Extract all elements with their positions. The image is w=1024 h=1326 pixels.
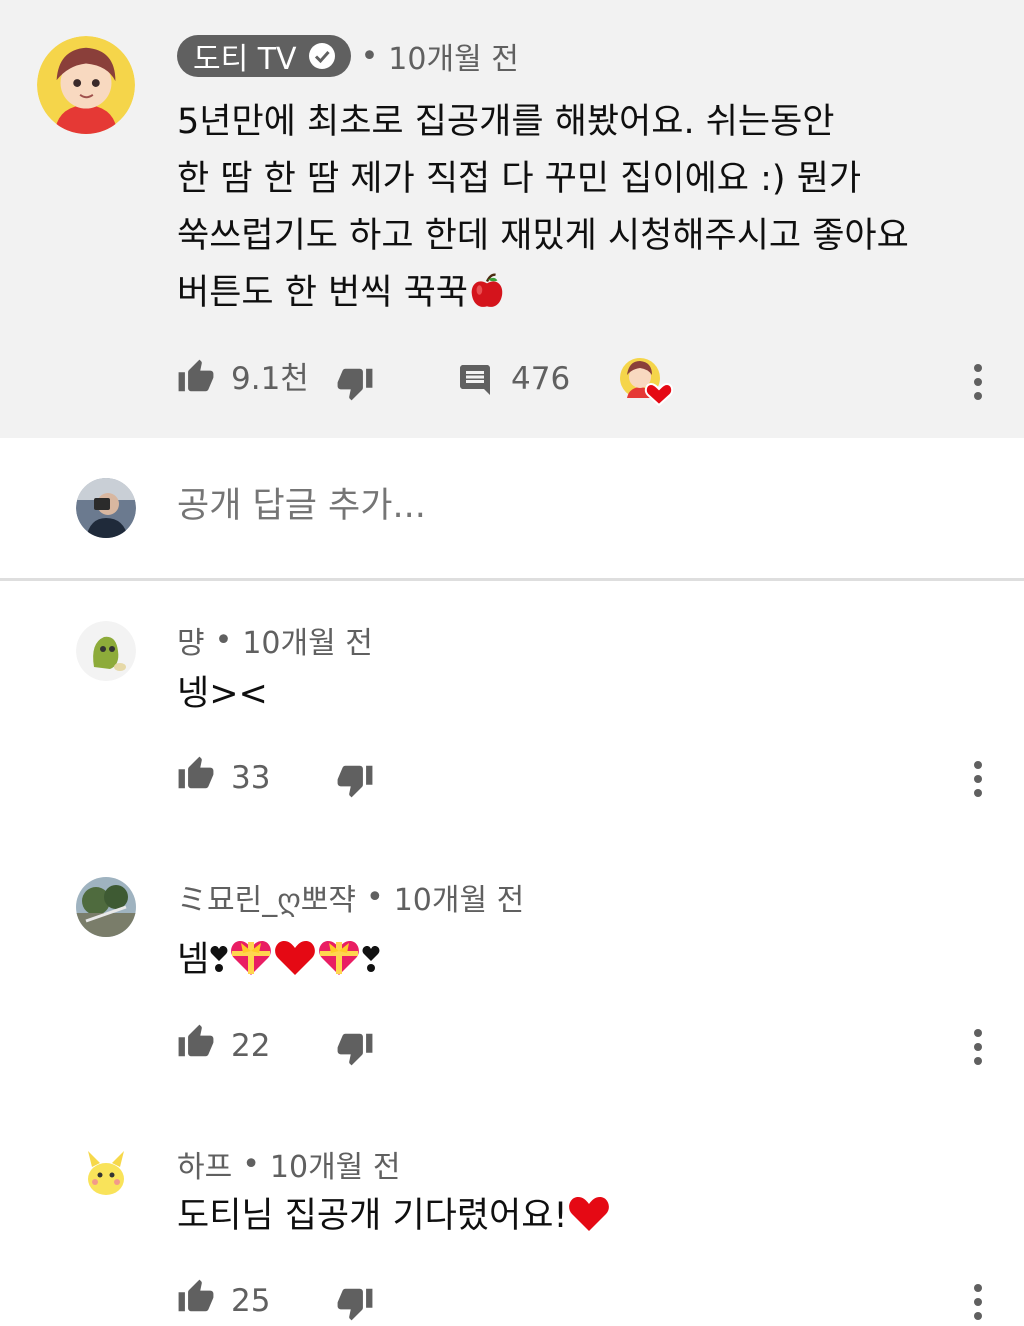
reply-input[interactable]	[177, 486, 877, 526]
separator-dot: •	[360, 38, 379, 74]
reply-bar	[0, 438, 1024, 578]
more-options-icon[interactable]	[968, 362, 988, 402]
like-count: 9.1천	[231, 361, 309, 397]
like-count: 25	[231, 1283, 271, 1319]
comment-body: 5년만에 최초로 집공개를 해봤어요. 쉬는동안 한 땀 한 땀 제가 직접 다…	[177, 94, 909, 328]
comment-text: 5년만에 최초로 집공개를 해봤어요. 쉬는동안 한 땀 한 땀 제가 직접 다…	[177, 102, 909, 313]
like-icon[interactable]	[177, 1278, 215, 1316]
like-icon[interactable]	[177, 755, 215, 793]
red-heart-icon	[273, 937, 317, 995]
comment-time: 10개월 전	[388, 42, 519, 77]
reply-text: 넹><	[177, 674, 268, 714]
reply-text: 도티님 집공개 기다렸어요!	[177, 1196, 568, 1236]
reply-author[interactable]: 하프	[177, 1142, 232, 1186]
reply-body: 도티님 집공개 기다렸어요!	[177, 1188, 611, 1251]
reply-header: 하프 • 10개월 전	[177, 1142, 401, 1186]
red-heart-icon	[567, 1193, 611, 1251]
divider	[0, 578, 1024, 581]
separator-dot: •	[365, 879, 384, 915]
dislike-icon[interactable]	[336, 1284, 374, 1322]
reply-actions: 22	[177, 1021, 997, 1071]
reply-comment-icon[interactable]	[457, 362, 493, 398]
reply-time: 10개월 전	[242, 626, 373, 661]
channel-name: 도티 TV	[193, 42, 297, 77]
channel-avatar[interactable]	[37, 36, 135, 134]
separator-dot: •	[242, 1146, 260, 1182]
reply-author-avatar[interactable]	[76, 1145, 136, 1205]
reply-time: 10개월 전	[269, 1150, 401, 1185]
reply-header: 먕 • 10개월 전	[177, 618, 373, 662]
separator-dot: •	[214, 622, 233, 658]
more-options-icon[interactable]	[968, 759, 988, 799]
dislike-icon[interactable]	[336, 1029, 374, 1067]
verified-check-icon	[307, 41, 337, 71]
dislike-icon[interactable]	[336, 761, 374, 799]
black-heart-exclamation-icon	[209, 937, 229, 995]
like-count: 22	[231, 1028, 271, 1064]
reply-author-avatar[interactable]	[76, 621, 136, 681]
comment-actions: 9.1천 476	[177, 354, 997, 406]
pinned-comment: 도티 TV • 10개월 전 5년만에 최초로 집공개를 해봤어요. 쉬는동안 …	[0, 0, 1024, 438]
reply-actions: 33	[177, 753, 997, 803]
comment-header: 도티 TV • 10개월 전	[177, 34, 529, 78]
like-icon[interactable]	[177, 358, 215, 396]
creator-heart-icon[interactable]	[619, 358, 673, 406]
reply-header: ミ묘린_ღ뽀쟉 • 10개월 전	[177, 875, 525, 919]
dislike-icon[interactable]	[336, 364, 374, 402]
reply-actions: 25	[177, 1276, 997, 1326]
more-options-icon[interactable]	[968, 1282, 988, 1322]
reply-body: 넴	[177, 932, 381, 995]
reply-count: 476	[511, 361, 571, 397]
more-options-icon[interactable]	[968, 1027, 988, 1067]
like-count: 33	[231, 760, 271, 796]
reply-author[interactable]: ミ묘린_ღ뽀쟉	[177, 875, 356, 919]
user-avatar	[76, 478, 136, 538]
gift-heart-icon	[229, 937, 273, 995]
reply-author[interactable]: 먕	[177, 618, 205, 662]
apple-emoji-icon	[468, 271, 506, 328]
gift-heart-icon	[317, 937, 361, 995]
black-heart-exclamation-icon	[361, 937, 381, 995]
channel-name-chip[interactable]: 도티 TV	[177, 35, 351, 77]
reply-author-avatar[interactable]	[76, 877, 136, 937]
reply-text: 넴	[177, 940, 210, 980]
like-icon[interactable]	[177, 1023, 215, 1061]
reply-time: 10개월 전	[393, 883, 525, 918]
